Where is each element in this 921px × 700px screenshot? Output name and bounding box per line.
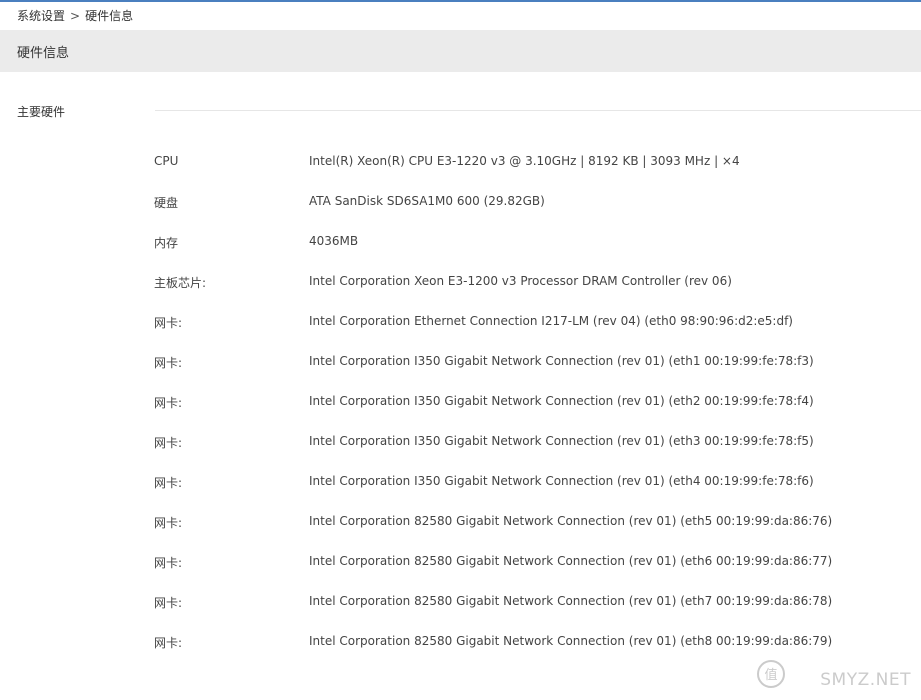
hardware-label: 网卡:	[154, 556, 183, 570]
hardware-label: 网卡:	[154, 596, 183, 610]
hardware-value: Intel Corporation 82580 Gigabit Network …	[309, 554, 833, 568]
hardware-label: 内存	[154, 236, 179, 250]
hardware-label: 主板芯片:	[154, 276, 207, 290]
page-title-bar: 硬件信息	[0, 30, 921, 72]
hardware-label: 网卡:	[154, 316, 183, 330]
hardware-label: CPU	[154, 154, 179, 168]
hardware-label: 网卡:	[154, 476, 183, 490]
hardware-label: 网卡:	[154, 636, 183, 650]
hardware-value: Intel Corporation 82580 Gigabit Network …	[309, 514, 833, 528]
svg-text:值: 值	[764, 667, 777, 683]
page-title: 硬件信息	[17, 46, 70, 61]
hardware-label: 网卡:	[154, 436, 183, 450]
breadcrumb-separator: >	[70, 9, 81, 23]
watermark-text: SMYZ.NET	[820, 670, 911, 690]
hardware-value: Intel Corporation Xeon E3-1200 v3 Proces…	[309, 274, 732, 288]
hardware-value: Intel Corporation 82580 Gigabit Network …	[309, 634, 833, 648]
hardware-row-nic: 网卡: Intel Corporation I350 Gigabit Netwo…	[0, 460, 921, 500]
hardware-row-nic: 网卡: Intel Corporation 82580 Gigabit Netw…	[0, 580, 921, 620]
hardware-row-memory: 内存 4036MB	[0, 220, 921, 260]
section-label-main-hardware: 主要硬件	[17, 105, 66, 119]
hardware-row-nic: 网卡: Intel Corporation I350 Gigabit Netwo…	[0, 340, 921, 380]
hardware-row-cpu: CPU Intel(R) Xeon(R) CPU E3-1220 v3 @ 3.…	[0, 140, 921, 180]
hardware-value: Intel Corporation I350 Gigabit Network C…	[309, 434, 814, 448]
breadcrumb: 系统设置 > 硬件信息	[17, 7, 133, 24]
hardware-label: 网卡:	[154, 516, 183, 530]
breadcrumb-current: 硬件信息	[85, 9, 134, 23]
hardware-value: Intel(R) Xeon(R) CPU E3-1220 v3 @ 3.10GH…	[309, 154, 740, 168]
watermark: 值 SMYZ.NET	[753, 656, 913, 692]
hardware-row-chipset: 主板芯片: Intel Corporation Xeon E3-1200 v3 …	[0, 260, 921, 300]
hardware-row-nic: 网卡: Intel Corporation I350 Gigabit Netwo…	[0, 420, 921, 460]
hardware-value: Intel Corporation Ethernet Connection I2…	[309, 314, 793, 328]
hardware-row-nic: 网卡: Intel Corporation 82580 Gigabit Netw…	[0, 620, 921, 660]
hardware-value: Intel Corporation I350 Gigabit Network C…	[309, 394, 814, 408]
hardware-value: Intel Corporation 82580 Gigabit Network …	[309, 594, 833, 608]
hardware-value: ATA SanDisk SD6SA1M0 600 (29.82GB)	[309, 194, 545, 208]
hardware-value: Intel Corporation I350 Gigabit Network C…	[309, 474, 814, 488]
hardware-value: Intel Corporation I350 Gigabit Network C…	[309, 354, 814, 368]
smzdm-logo-icon: 值	[753, 656, 793, 696]
hardware-value: 4036MB	[309, 234, 359, 248]
breadcrumb-link-system-settings[interactable]: 系统设置	[17, 9, 65, 23]
hardware-row-disk: 硬盘 ATA SanDisk SD6SA1M0 600 (29.82GB)	[0, 180, 921, 220]
hardware-label: 网卡:	[154, 356, 183, 370]
top-accent-border	[0, 0, 921, 2]
hardware-label: 网卡:	[154, 396, 183, 410]
hardware-label: 硬盘	[154, 196, 179, 210]
hardware-row-nic: 网卡: Intel Corporation I350 Gigabit Netwo…	[0, 380, 921, 420]
hardware-list: CPU Intel(R) Xeon(R) CPU E3-1220 v3 @ 3.…	[0, 140, 921, 660]
hardware-row-nic: 网卡: Intel Corporation Ethernet Connectio…	[0, 300, 921, 340]
hardware-row-nic: 网卡: Intel Corporation 82580 Gigabit Netw…	[0, 540, 921, 580]
hardware-row-nic: 网卡: Intel Corporation 82580 Gigabit Netw…	[0, 500, 921, 540]
section-divider	[155, 110, 921, 111]
